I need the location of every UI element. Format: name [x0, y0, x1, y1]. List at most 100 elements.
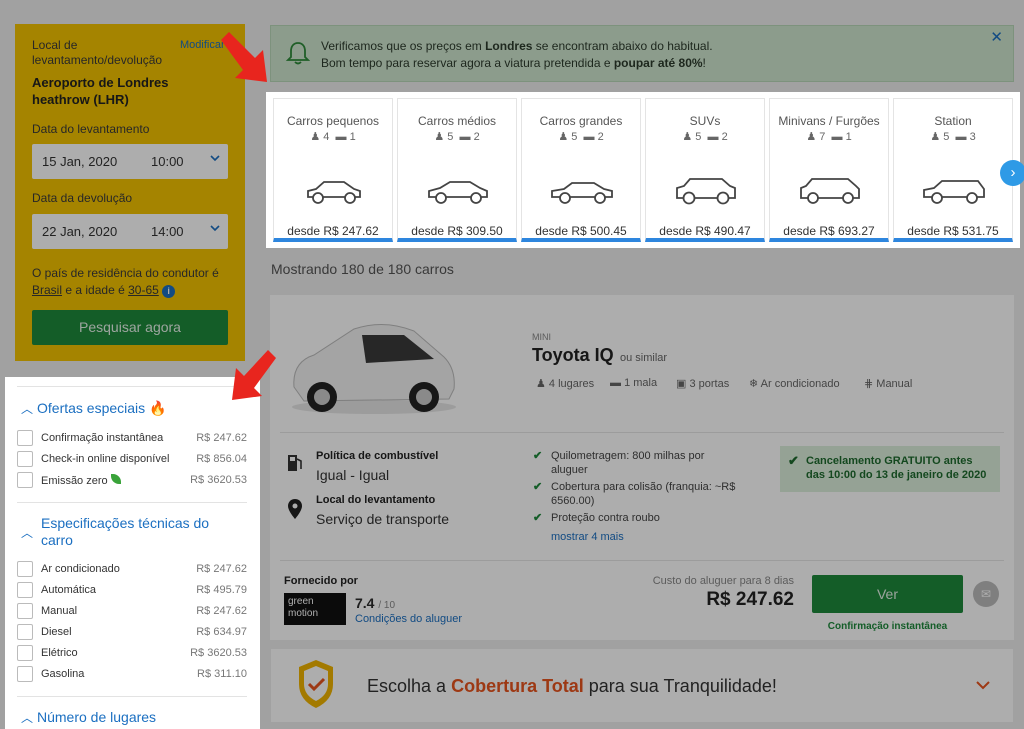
- supplier-logo: green motion: [284, 593, 346, 625]
- info-icon[interactable]: i: [162, 285, 176, 298]
- filter-price: R$ 247.62: [196, 605, 247, 617]
- filter-price: R$ 634.97: [196, 626, 247, 638]
- checkbox[interactable]: [17, 666, 33, 682]
- category-minivans[interactable]: Minivans / Furgões ♟ 7 ▬ 1 desde R$ 693.…: [769, 98, 889, 242]
- snowflake-icon: ❄: [749, 378, 761, 390]
- feature-bags: ▬ 1 mala: [610, 377, 657, 389]
- filter-online-checkin[interactable]: Check-in online disponível R$ 856.04: [17, 450, 247, 470]
- filter-seats-toggle[interactable]: ︿ Número de lugares: [21, 709, 156, 727]
- filter-manual[interactable]: Manual R$ 247.62: [17, 602, 247, 622]
- feature-doors: ▣ 3 portas: [676, 377, 729, 390]
- filter-label: Diesel: [41, 626, 72, 638]
- rental-conditions-link[interactable]: Condições do aluguer: [355, 613, 462, 625]
- seat-count: 5: [571, 131, 578, 143]
- chevron-down-icon: [210, 155, 220, 162]
- suitcase-icon: ▬: [459, 131, 471, 143]
- suitcase-icon: ▬: [335, 131, 347, 143]
- filter-air-conditioning[interactable]: Ar condicionado R$ 247.62: [17, 560, 247, 580]
- filter-price: R$ 247.62: [196, 563, 247, 575]
- filter-gasoline[interactable]: Gasolina R$ 311.10: [17, 665, 247, 685]
- pickup-location-title: Local do levantamento: [316, 494, 436, 506]
- age-link[interactable]: 30-65: [128, 283, 159, 297]
- results-count: Mostrando 180 de 180 carros: [271, 261, 454, 277]
- chevron-right-icon[interactable]: ›: [1000, 160, 1024, 186]
- category-medium-cars[interactable]: Carros médios ♟ 5 ▬ 2 desde R$ 309.50: [397, 98, 517, 242]
- bell-icon: [285, 42, 311, 65]
- check-theft-label: Proteção contra roubo: [551, 512, 660, 524]
- annotation-arrow-icon: [232, 350, 276, 400]
- checkbox[interactable]: [17, 561, 33, 577]
- person-icon: ♟: [536, 378, 549, 390]
- filter-diesel[interactable]: Diesel R$ 634.97: [17, 623, 247, 643]
- checkbox[interactable]: [17, 645, 33, 661]
- filter-price: R$ 3620.53: [190, 647, 247, 659]
- bag-count: 1: [349, 131, 356, 143]
- filter-special-offers-toggle[interactable]: ︿ Ofertas especiais 🔥: [21, 400, 167, 418]
- person-icon: ♟: [806, 131, 817, 143]
- category-price: desde R$ 531.75: [907, 224, 999, 238]
- country-link[interactable]: Brasil: [32, 283, 62, 297]
- rating-score: 7.4: [355, 595, 375, 611]
- fuel-policy-title: Política de combustível: [316, 450, 439, 462]
- person-icon: ♟: [310, 131, 321, 143]
- alert-savings: poupar até 80%: [613, 56, 703, 70]
- location-label: Local de levantamento/devolução: [32, 38, 163, 67]
- check-mileage-label: Quilometragem: 800 milhas por aluguer: [551, 450, 705, 476]
- close-icon[interactable]: ✕: [990, 28, 1003, 46]
- checkbox[interactable]: [17, 582, 33, 598]
- show-more-link[interactable]: mostrar 4 mais: [551, 530, 624, 544]
- checkbox[interactable]: [17, 624, 33, 640]
- checkbox[interactable]: [17, 430, 33, 446]
- pickup-datetime-field[interactable]: 15 Jan, 2020 10:00: [32, 144, 228, 179]
- car-icon: [551, 182, 613, 204]
- filter-electric[interactable]: Elétrico R$ 3620.53: [17, 644, 247, 664]
- filter-label: Gasolina: [41, 668, 85, 680]
- checkmark-icon: ✔: [533, 512, 543, 524]
- filter-car-specs-toggle[interactable]: ︿ Especificações técnicas do carro: [21, 515, 241, 549]
- dropoff-datetime-field[interactable]: 22 Jan, 2020 14:00: [32, 214, 228, 249]
- car-icon: [428, 181, 488, 204]
- person-icon: ♟: [682, 131, 693, 143]
- car-model[interactable]: Toyota IQ: [532, 345, 614, 366]
- checkbox[interactable]: [17, 451, 33, 467]
- filter-instant-confirmation[interactable]: Confirmação instantânea R$ 247.62: [17, 429, 247, 449]
- suitcase-icon: ▬: [831, 131, 843, 143]
- bag-count: 2: [597, 131, 604, 143]
- checkbox[interactable]: [17, 603, 33, 619]
- category-small-cars[interactable]: Carros pequenos ♟ 4 ▬ 1 desde R$ 247.62: [273, 98, 393, 242]
- chevron-down-icon[interactable]: [975, 679, 991, 691]
- pickup-date-label: Data do levantamento: [32, 122, 150, 136]
- filter-price: R$ 3620.53: [190, 474, 247, 486]
- filter-automatic[interactable]: Automática R$ 495.79: [17, 581, 247, 601]
- full-coverage-banner[interactable]: Escolha a Cobertura Total para sua Tranq…: [270, 648, 1014, 723]
- divider: [280, 560, 1004, 561]
- seat-count: 5: [695, 131, 702, 143]
- filters-panel: ︿ Ofertas especiais 🔥 Confirmação instant…: [5, 377, 260, 729]
- check-mileage: ✔ Quilometragem: 800 milhas por aluguer: [533, 449, 731, 477]
- feature-transmission-label: Manual: [876, 378, 913, 390]
- feature-transmission: ⋕ Manual: [864, 377, 912, 390]
- alert-message: Verificamos que os preços em Londres se …: [321, 38, 713, 72]
- filter-price: R$ 311.10: [197, 668, 247, 680]
- category-name: Carros pequenos: [286, 114, 380, 128]
- alert-city: Londres: [485, 39, 533, 53]
- chat-icon[interactable]: ✉: [973, 581, 999, 607]
- check-collision-label: Cobertura para colisão (franquia: ~R$ 65…: [551, 481, 736, 507]
- category-suvs[interactable]: SUVs ♟ 5 ▬ 2 desde R$ 490.47: [645, 98, 765, 242]
- banner-post: para sua Tranquilidade!: [588, 676, 777, 696]
- price-alert: Verificamos que os preços em Londres se …: [270, 25, 1014, 82]
- filter-label: Manual: [41, 605, 78, 617]
- category-station[interactable]: Station ♟ 5 ▬ 3 desde R$ 531.75: [893, 98, 1013, 242]
- category-large-cars[interactable]: Carros grandes ♟ 5 ▬ 2 desde R$ 500.45: [521, 98, 641, 242]
- filter-label: Confirmação instantânea: [41, 432, 164, 444]
- view-deal-button[interactable]: Ver: [812, 575, 963, 613]
- category-capacity: ♟ 4 ▬ 1: [274, 130, 392, 143]
- free-cancellation-badge: ✔ Cancelamento GRATUITO antes das 10:00 d…: [780, 446, 1000, 492]
- search-now-button[interactable]: Pesquisar agora: [32, 310, 228, 345]
- location-value: Aeroporto de Londres heathrow (LHR): [32, 75, 169, 107]
- divider: [17, 502, 247, 503]
- category-capacity: ♟ 5 ▬ 2: [522, 130, 640, 143]
- checkbox[interactable]: [17, 472, 33, 488]
- filter-zero-emission[interactable]: Emissão zero R$ 3620.53: [17, 471, 247, 491]
- filter-label: Automática: [41, 584, 97, 596]
